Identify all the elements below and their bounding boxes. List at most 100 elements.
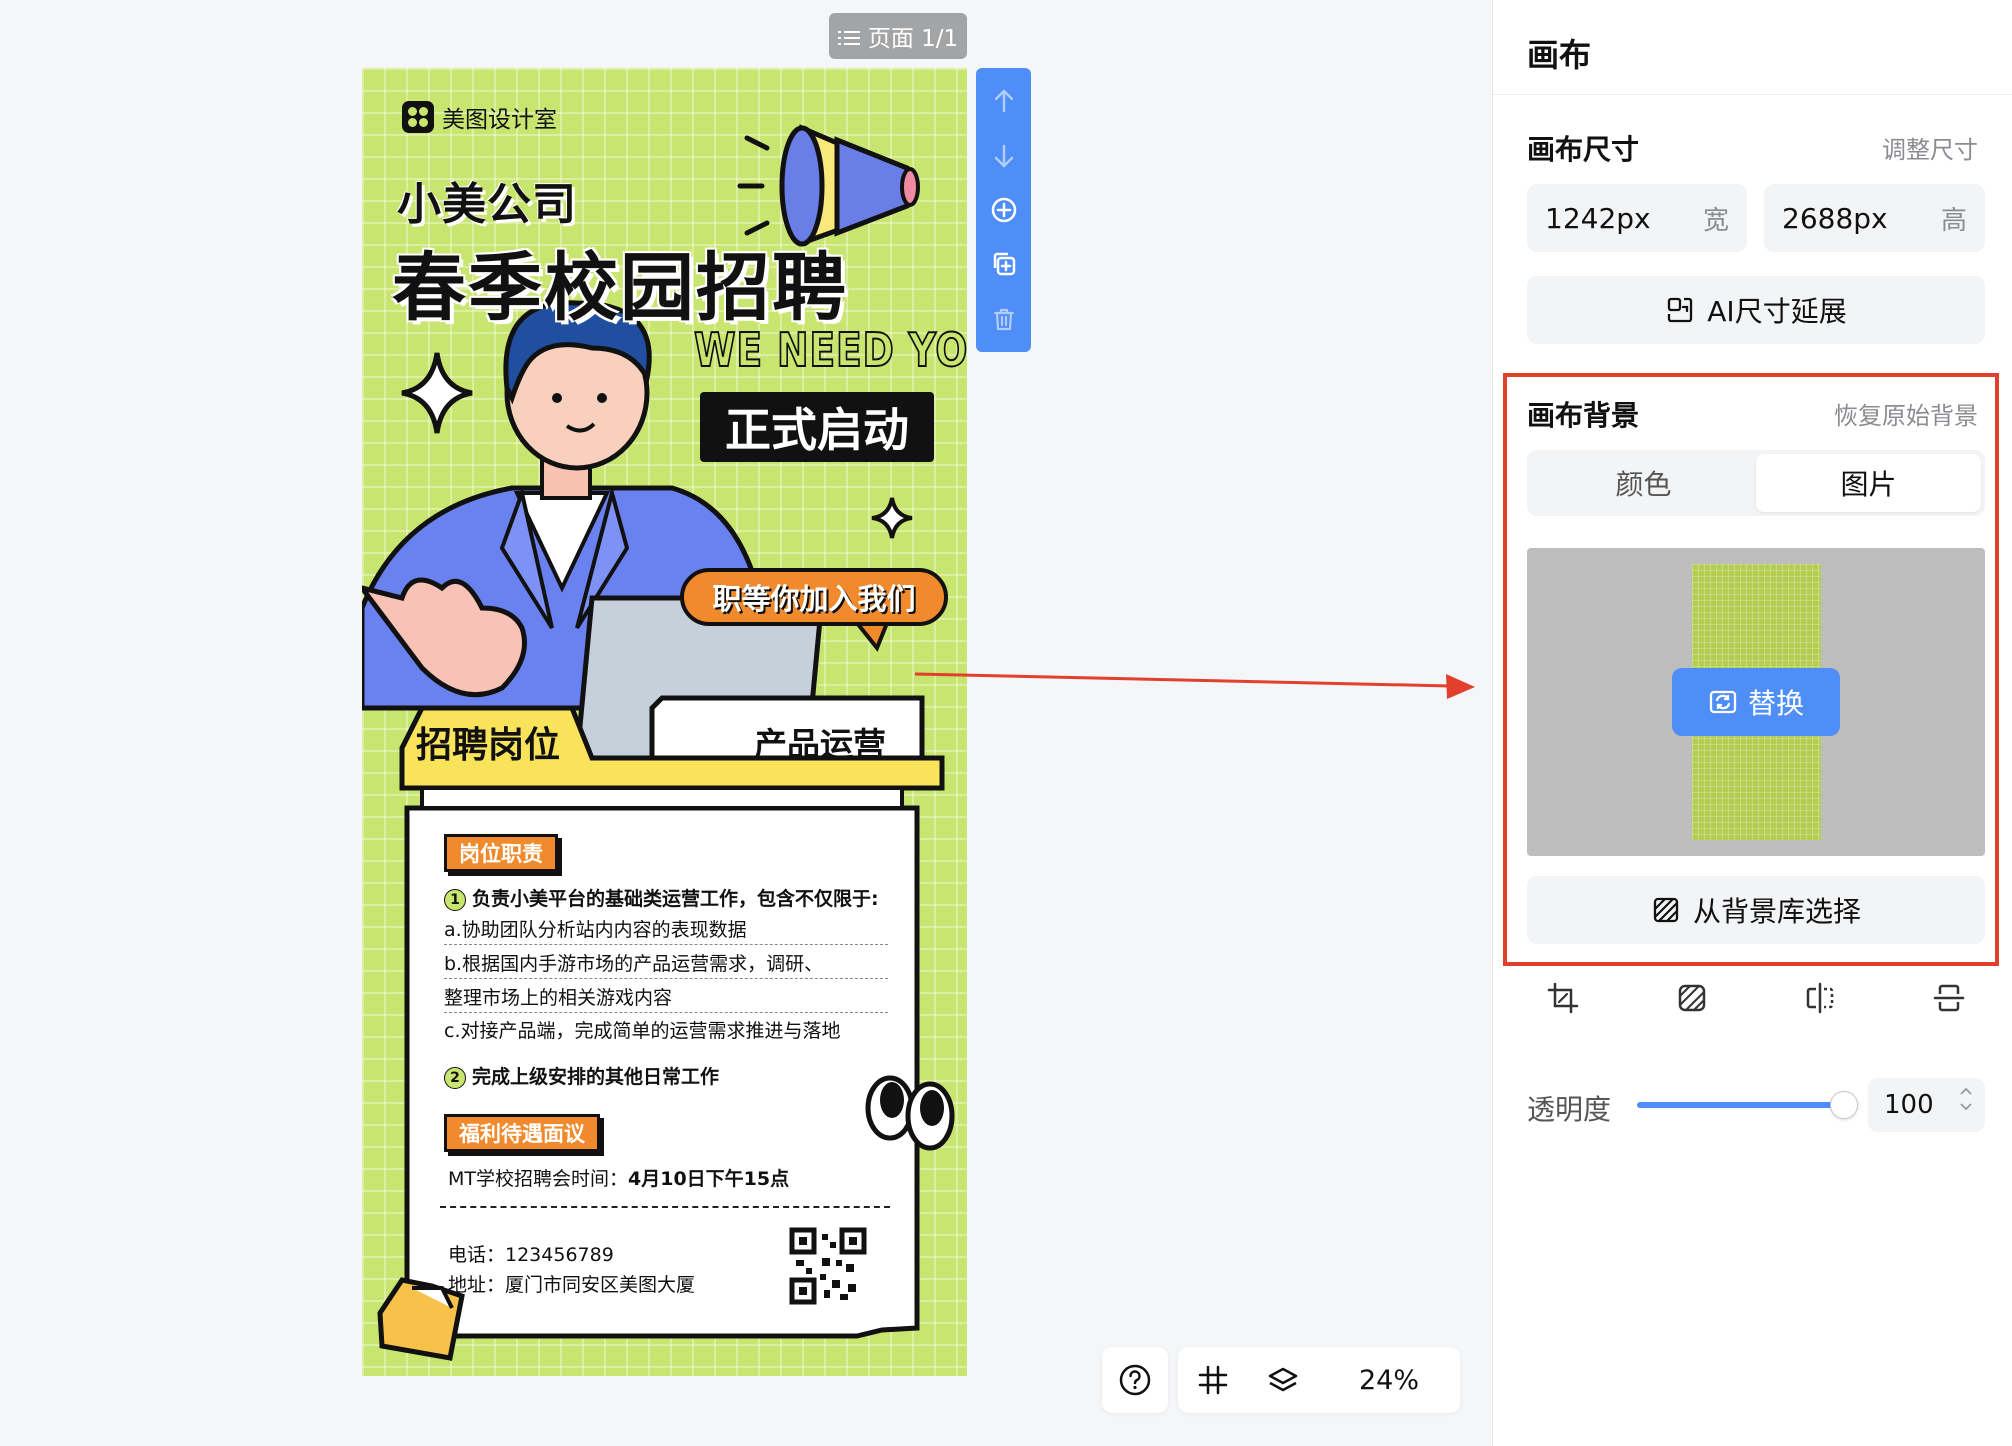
canvas-bg-title: 画布背景: [1527, 399, 1640, 432]
width-unit: 宽: [1702, 205, 1729, 236]
duty-number: 1: [444, 888, 466, 911]
adjust-size-link[interactable]: 调整尺寸: [1882, 130, 1978, 165]
height-field[interactable]: 2688px 高: [1764, 184, 1985, 252]
qr-code: [789, 1227, 867, 1305]
divider: [1493, 94, 2012, 95]
poster-company: 小美公司: [397, 179, 577, 230]
duty-text: 负责小美平台的基础类运营工作，包含不仅限于:: [472, 888, 879, 910]
height-unit: 高: [1940, 205, 1967, 236]
contact-phone: 电话：123456789: [448, 1244, 614, 1266]
flip-vertical-icon: [1933, 984, 1965, 1012]
poster-launch: 正式启动: [700, 392, 934, 462]
opacity-slider-handle[interactable]: [1830, 1091, 1858, 1119]
flip-horizontal-icon: [1807, 982, 1834, 1014]
tab-color[interactable]: 颜色: [1531, 454, 1756, 512]
ai-size-extend-button[interactable]: AI尺寸延展: [1527, 276, 1985, 344]
divider: [440, 1206, 890, 1208]
contact-address: 地址：厦门市同安区美图大厦: [448, 1274, 696, 1296]
poster-join-bubble: 职等你加入我们: [680, 568, 948, 626]
tab-image[interactable]: 图片: [1756, 454, 1981, 512]
megaphone-icon: [737, 124, 920, 247]
width-field[interactable]: 1242px 宽: [1527, 184, 1747, 252]
matting-button[interactable]: [1670, 976, 1714, 1020]
properties-panel: 画布 画布尺寸 调整尺寸 1242px 宽 2688px 高 AI尺寸延展 画布…: [1492, 0, 2012, 1446]
canvas-size-title: 画布尺寸: [1527, 133, 1640, 166]
poster-canvas[interactable]: 美图设计室 小美公司 春季校园招聘 WE NEED YOU 正式启动 职等你加入…: [362, 68, 967, 1376]
bg-edit-tools: [1527, 976, 1985, 1024]
ai-size-extend-label: AI尺寸延展: [1707, 295, 1847, 328]
bg-library-label: 从背景库选择: [1692, 895, 1861, 928]
duty-item: 1 负责小美平台的基础类运营工作，包含不仅限于:: [444, 884, 879, 911]
poster-section-duties: 岗位职责: [444, 834, 558, 872]
opacity-value: 100: [1884, 1090, 1934, 1120]
flip-horizontal-button[interactable]: [1798, 976, 1842, 1020]
zoom-level[interactable]: 24%: [1318, 1365, 1460, 1396]
crop-button[interactable]: [1541, 976, 1585, 1020]
poster-slogan: WE NEED YOU: [693, 322, 967, 378]
poster-brand: 美图设计室: [402, 100, 557, 134]
delete-icon: [993, 308, 1014, 330]
annotation-arrow: [914, 672, 1475, 699]
layers-icon: [1268, 1367, 1298, 1392]
duty-item: c.对接产品端，完成简单的运营需求推进与落地: [444, 1020, 841, 1042]
list-icon: [837, 27, 860, 45]
page-float-toolbar: [976, 68, 1031, 352]
brand-logo-icon: [402, 101, 434, 133]
opacity-input[interactable]: 100: [1868, 1078, 1985, 1132]
opacity-stepper[interactable]: [1959, 1086, 1973, 1112]
bg-type-switch: 颜色 图片: [1527, 450, 1985, 516]
replace-label: 替换: [1747, 687, 1804, 720]
bottom-toolbar: 24%: [1178, 1347, 1460, 1413]
move-down-button[interactable]: [987, 139, 1021, 173]
arrow-up-icon: [994, 89, 1013, 113]
duty-item: 整理市场上的相关游戏内容: [444, 987, 673, 1009]
duty-item: a.协助团队分析站内内容的表现数据: [444, 919, 747, 941]
help-icon: [1119, 1364, 1151, 1396]
replace-image-icon: [1709, 690, 1737, 714]
poster-tab-position: 产品运营: [754, 725, 886, 764]
chevron-up-icon[interactable]: [1959, 1086, 1973, 1096]
restore-bg-link[interactable]: 恢复原始背景: [1834, 396, 1978, 431]
page-indicator[interactable]: 页面 1/1: [829, 13, 967, 59]
duty-text: 完成上级安排的其他日常工作: [472, 1066, 720, 1088]
width-value: 1242px: [1545, 201, 1651, 235]
poster-brand-name: 美图设计室: [442, 107, 557, 133]
divider: [444, 978, 888, 979]
add-page-button[interactable]: [987, 193, 1021, 227]
layers-button[interactable]: [1248, 1347, 1318, 1413]
opacity-label: 透明度: [1527, 1093, 1612, 1126]
copy-page-icon: [993, 253, 1015, 276]
poster-headline: 春季校园招聘: [392, 245, 848, 331]
meeting-line: MT学校招聘会时间：4月10日下午15点: [448, 1164, 789, 1191]
flip-vertical-button[interactable]: [1927, 976, 1971, 1020]
copy-page-button[interactable]: [987, 247, 1021, 281]
replace-button[interactable]: 替换: [1672, 668, 1840, 736]
bg-library-button[interactable]: 从背景库选择: [1527, 876, 1985, 944]
height-value: 2688px: [1782, 201, 1888, 235]
matting-icon: [1678, 984, 1705, 1012]
duty-number: 2: [444, 1066, 466, 1089]
crop-icon: [1547, 982, 1579, 1014]
divider: [444, 944, 888, 945]
opacity-slider[interactable]: [1637, 1102, 1847, 1108]
texture-icon: [1653, 897, 1679, 923]
grid-icon: [1198, 1365, 1228, 1395]
arrow-down-icon: [994, 144, 1013, 167]
chevron-down-icon[interactable]: [1959, 1102, 1973, 1112]
move-up-button[interactable]: [987, 84, 1021, 118]
poster-section-benefits: 福利待遇面议: [444, 1114, 600, 1152]
duty-item: 2 完成上级安排的其他日常工作: [444, 1062, 719, 1089]
duty-item: b.根据国内手游市场的产品运营需求，调研、: [444, 953, 824, 975]
resize-icon: [1668, 297, 1693, 323]
page-indicator-label: 页面 1/1: [867, 26, 959, 52]
add-page-icon: [991, 197, 1016, 223]
poster-tab-recruit: 招聘岗位: [416, 725, 561, 766]
bg-preview: 替换: [1527, 548, 1985, 856]
help-button[interactable]: [1102, 1347, 1168, 1413]
delete-page-button[interactable]: [987, 302, 1021, 336]
divider: [444, 1012, 888, 1013]
meeting-time: 4月10日下午15点: [628, 1168, 790, 1190]
grid-button[interactable]: [1178, 1347, 1248, 1413]
meeting-prefix: MT学校招聘会时间：: [448, 1168, 628, 1190]
panel-title: 画布: [1527, 36, 1592, 74]
